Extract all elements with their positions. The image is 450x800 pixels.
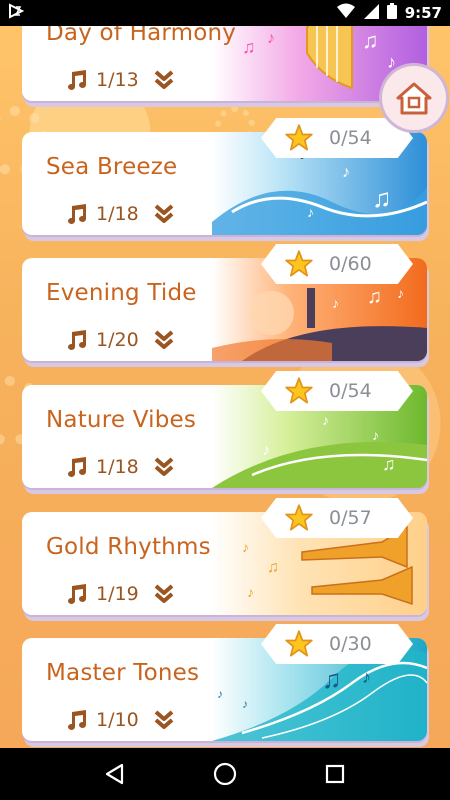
album-card-master-tones[interactable]: ♪ ♪ ♫ ♪ Master Tones 1/10 0/30 — [22, 624, 429, 747]
album-card-gold-rhythms[interactable]: ♪ ♫ ♪ Gold Rhythms 1/19 0/57 — [22, 498, 429, 621]
album-title: Gold Rhythms — [46, 534, 211, 560]
album-card-evening-tide[interactable]: ♪ ♫ ♪ Evening Tide 1/20 0/60 — [22, 244, 429, 367]
album-title: Sea Breeze — [46, 154, 178, 180]
stars-badge: 0/54 — [261, 118, 413, 158]
double-chevron-down-icon[interactable] — [153, 203, 175, 225]
home-button[interactable] — [382, 66, 446, 130]
songs-unlocked-count: 1/10 — [96, 709, 139, 731]
album-title: Master Tones — [46, 660, 200, 686]
double-chevron-down-icon[interactable] — [153, 329, 175, 351]
house-icon — [396, 82, 432, 115]
svg-text:♫: ♫ — [322, 664, 342, 694]
stars-count: 0/54 — [329, 127, 372, 149]
album-song-progress: 1/18 — [64, 455, 175, 479]
album-title: Nature Vibes — [46, 407, 197, 433]
svg-text:♪: ♪ — [247, 584, 254, 600]
album-song-progress: 1/10 — [64, 708, 175, 732]
svg-text:♫: ♫ — [372, 183, 392, 213]
clock-time: 9:57 — [404, 4, 442, 22]
svg-text:♫: ♫ — [242, 37, 256, 57]
music-note-icon — [68, 457, 86, 477]
songs-unlocked-count: 1/20 — [96, 329, 139, 351]
album-song-progress: 1/20 — [64, 328, 175, 352]
svg-text:♪: ♪ — [322, 412, 329, 428]
svg-text:♪: ♪ — [372, 427, 379, 443]
double-chevron-down-icon[interactable] — [153, 69, 175, 91]
music-note-icon — [68, 70, 86, 90]
svg-text:♪: ♪ — [362, 667, 371, 687]
svg-text:♪: ♪ — [342, 164, 350, 181]
signal-icon — [363, 3, 379, 23]
album-song-progress: 1/19 — [64, 582, 175, 606]
album-song-progress: 1/13 — [64, 68, 175, 92]
svg-text:♪: ♪ — [262, 442, 270, 459]
album-card-nature-vibes[interactable]: ♪ ♪ ♪ ♫ Nature Vibes 1/18 0/54 — [22, 371, 429, 494]
songs-unlocked-count: 1/18 — [96, 456, 139, 478]
back-icon[interactable] — [99, 758, 131, 790]
svg-text:♫: ♫ — [367, 286, 382, 308]
recents-icon[interactable] — [319, 758, 351, 790]
songs-unlocked-count: 1/19 — [96, 583, 139, 605]
music-note-icon — [68, 710, 86, 730]
svg-text:♫: ♫ — [382, 454, 396, 474]
album-card-sea-breeze[interactable]: ♪ ♫ ♪ Sea Breeze 1/18 0/54 — [22, 118, 429, 241]
battery-icon — [386, 3, 397, 23]
stars-count: 0/54 — [329, 380, 372, 402]
star-icon — [285, 504, 313, 531]
stars-badge: 0/30 — [261, 624, 413, 664]
svg-text:♪: ♪ — [332, 295, 339, 311]
stars-badge: 0/57 — [261, 498, 413, 538]
star-icon — [285, 630, 313, 657]
svg-text:♪: ♪ — [387, 52, 396, 72]
svg-text:♫: ♫ — [362, 28, 379, 53]
stars-badge: 0/60 — [261, 244, 413, 284]
songs-unlocked-count: 1/18 — [96, 203, 139, 225]
wifi-icon — [336, 3, 355, 23]
stars-count: 0/30 — [329, 633, 372, 655]
play-store-notification-icon — [8, 3, 25, 23]
svg-text:♪: ♪ — [217, 687, 223, 701]
svg-text:♪: ♪ — [242, 697, 248, 711]
album-list[interactable]: ♫ ♪ ♫ ♪ Day of Harmony 1/13 ♪ ♫ ♪ Sea Br… — [0, 26, 450, 748]
home-circle-icon[interactable] — [209, 758, 241, 790]
album-card-day-of-harmony[interactable]: ♫ ♪ ♫ ♪ Day of Harmony 1/13 — [22, 26, 429, 107]
status-bar: 9:57 — [0, 0, 450, 26]
svg-text:♪: ♪ — [307, 204, 314, 220]
svg-text:♪: ♪ — [242, 539, 249, 555]
album-title: Evening Tide — [46, 280, 197, 306]
star-icon — [285, 250, 313, 277]
star-icon — [285, 124, 313, 151]
music-note-icon — [68, 330, 86, 350]
double-chevron-down-icon[interactable] — [153, 709, 175, 731]
songs-unlocked-count: 1/13 — [96, 69, 139, 91]
double-chevron-down-icon[interactable] — [153, 583, 175, 605]
stars-badge: 0/54 — [261, 371, 413, 411]
stars-count: 0/57 — [329, 507, 372, 529]
album-title: Day of Harmony — [46, 26, 237, 46]
star-icon — [285, 377, 313, 404]
music-note-icon — [68, 584, 86, 604]
album-song-progress: 1/18 — [64, 202, 175, 226]
stars-count: 0/60 — [329, 253, 372, 275]
svg-text:♪: ♪ — [267, 30, 275, 47]
system-navigation-bar — [0, 748, 450, 800]
svg-text:♪: ♪ — [397, 285, 404, 301]
double-chevron-down-icon[interactable] — [153, 456, 175, 478]
music-note-icon — [68, 204, 86, 224]
svg-text:♫: ♫ — [267, 559, 279, 576]
